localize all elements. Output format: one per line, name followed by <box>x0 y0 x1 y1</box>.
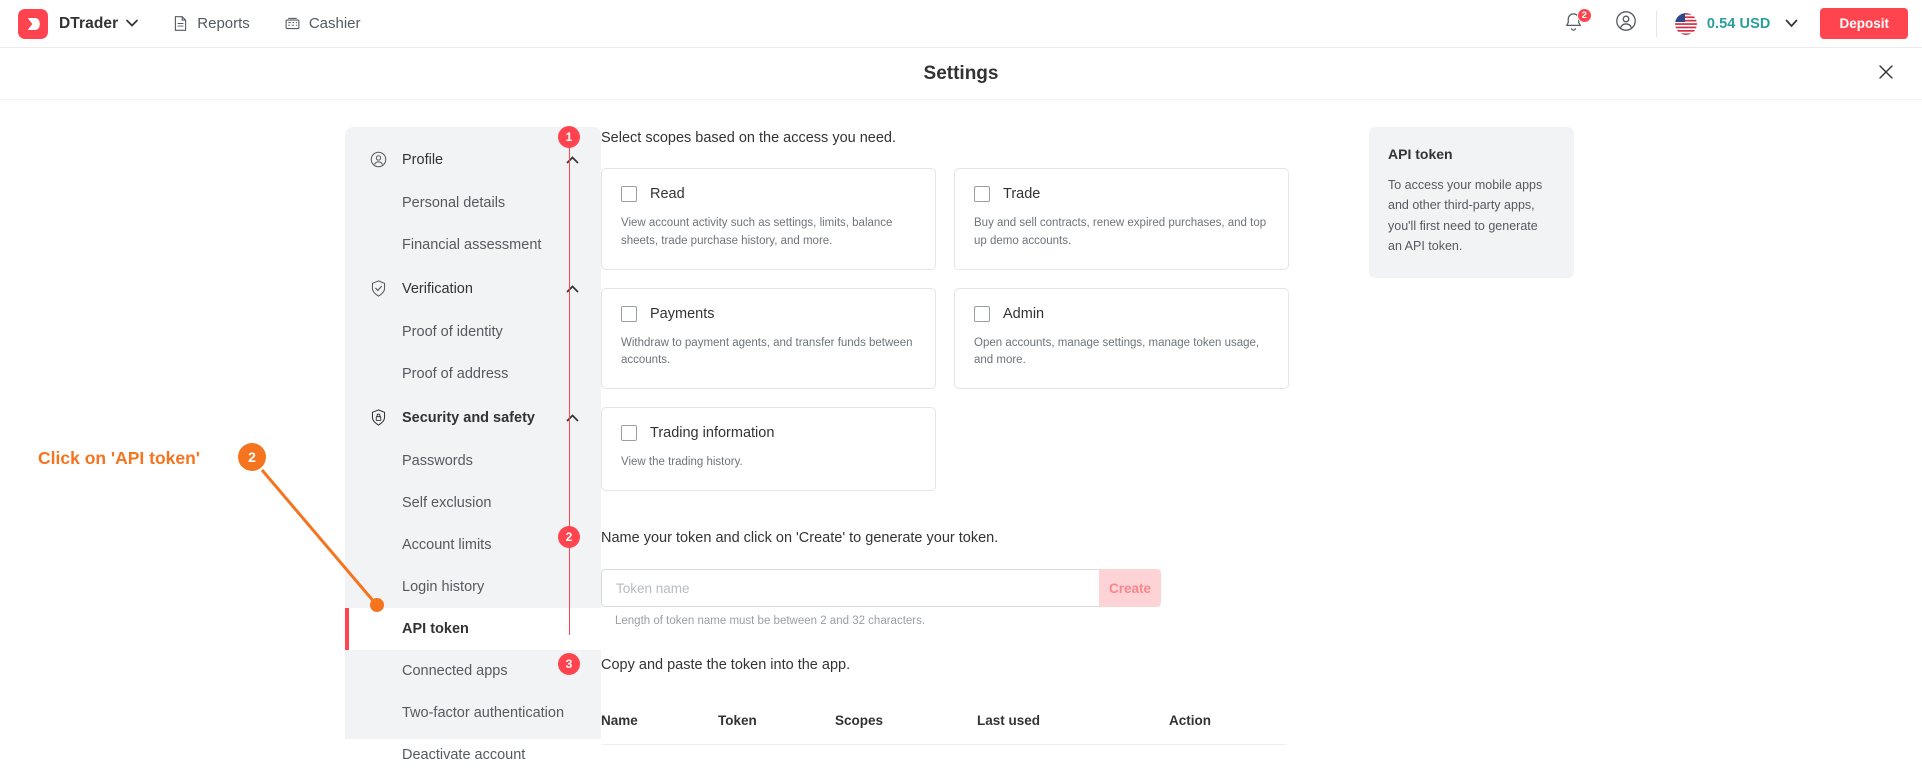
sidebar-item-self-exclusion[interactable]: Self exclusion <box>345 482 601 524</box>
column-header-name: Name <box>601 713 638 729</box>
api-token-info-panel: API token To access your mobile apps and… <box>1369 127 1574 278</box>
step-3-badge: 3 <box>558 653 580 676</box>
person-circle-icon <box>369 150 388 169</box>
cashier-icon <box>284 15 301 32</box>
column-header-scopes: Scopes <box>835 713 884 729</box>
sidebar-group-verification[interactable]: Verification <box>345 266 601 311</box>
scope-trade-title: Trade <box>1003 186 1041 202</box>
reports-icon <box>172 15 189 32</box>
scope-read-header: Read <box>621 186 916 202</box>
scope-read-desc: View account activity such as settings, … <box>621 217 893 247</box>
chevron-down-icon <box>126 18 139 30</box>
settings-sidebar: Profile Personal details Financial asses… <box>345 127 601 763</box>
api-token-panel: 1 Select scopes based on the access you … <box>558 126 1361 746</box>
tokens-table: Name Token Scopes Last used Action <box>601 713 1287 746</box>
step-2-text: Name your token and click on 'Create' to… <box>601 530 999 547</box>
step-1-text: Select scopes based on the access you ne… <box>601 130 897 146</box>
deposit-button[interactable]: Deposit <box>1820 8 1908 39</box>
sidebar-item-api-token[interactable]: API token <box>345 608 601 650</box>
scope-trading-information-header: Trading information <box>621 425 916 442</box>
sidebar-item-deactivate-account[interactable]: Deactivate account <box>345 734 601 776</box>
create-token-button[interactable]: Create <box>1099 569 1161 608</box>
scope-read-title: Read <box>650 186 685 202</box>
brand-name: DTrader <box>59 14 119 32</box>
scope-admin-header: Admin <box>974 305 1269 322</box>
annotation-step-badge: 2 <box>238 443 266 471</box>
scope-card-payments[interactable]: Payments Withdraw to payment agents, and… <box>601 287 936 390</box>
sidebar-item-passwords[interactable]: Passwords <box>345 440 601 482</box>
checkbox-trade[interactable] <box>974 186 990 202</box>
step-1-badge: 1 <box>558 126 580 148</box>
shield-lock-icon <box>369 408 388 427</box>
checkbox-read[interactable] <box>621 186 637 202</box>
nav-item-cashier-label: Cashier <box>308 15 361 32</box>
sidebar-group-profile-label: Profile <box>402 151 444 168</box>
checkbox-trading-information[interactable] <box>621 425 637 442</box>
scope-trade-desc: Buy and sell contracts, renew expired pu… <box>974 217 1267 247</box>
nav-item-reports[interactable]: Reports <box>172 15 250 32</box>
scope-admin-desc: Open accounts, manage settings, manage t… <box>974 336 1260 367</box>
info-panel-title: API token <box>1388 146 1453 162</box>
checkbox-payments[interactable] <box>621 305 637 322</box>
info-panel-body: To access your mobile apps and other thi… <box>1388 178 1543 253</box>
sidebar-item-proof-of-address[interactable]: Proof of address <box>345 353 601 395</box>
us-flag-icon <box>1674 12 1697 35</box>
sidebar-item-two-factor-authentication[interactable]: Two-factor authentication <box>345 692 601 734</box>
column-header-action: Action <box>1169 713 1211 729</box>
sidebar-item-financial-assessment[interactable]: Financial assessment <box>345 224 601 266</box>
scope-trading-information-title: Trading information <box>650 425 775 442</box>
account-circle-icon[interactable] <box>1614 9 1638 38</box>
scope-card-trade[interactable]: Trade Buy and sell contracts, renew expi… <box>954 168 1289 270</box>
scopes-grid: Read View account activity such as setti… <box>601 168 1361 492</box>
tokens-table-header-row: Name Token Scopes Last used Action <box>601 713 1287 746</box>
chevron-down-icon[interactable] <box>1785 17 1798 31</box>
sidebar-item-proof-of-identity[interactable]: Proof of identity <box>345 311 601 353</box>
token-name-hint: Length of token name must be between 2 a… <box>615 615 926 628</box>
checkbox-admin[interactable] <box>974 305 990 322</box>
token-name-input[interactable] <box>601 569 1099 608</box>
scope-card-trading-information[interactable]: Trading information View the trading his… <box>601 407 936 492</box>
account-balance[interactable]: 0.54 USD <box>1707 16 1771 32</box>
top-navigation-bar: DTrader Reports Cashier 2 0.54 USD Depos… <box>0 0 1922 48</box>
page-title: Settings <box>923 62 999 84</box>
nav-item-cashier[interactable]: Cashier <box>284 15 361 32</box>
dtrader-logo-icon <box>18 8 48 39</box>
step-connector-line <box>568 145 570 635</box>
sidebar-group-verification-label: Verification <box>402 280 473 297</box>
sidebar-item-personal-details[interactable]: Personal details <box>345 182 601 224</box>
step-2-row: 2 Name your token and click on 'Create' … <box>558 526 1361 549</box>
notifications-button[interactable]: 2 <box>1562 7 1592 37</box>
column-header-token: Token <box>718 713 757 729</box>
token-create-row: Create <box>601 569 1161 608</box>
sidebar-group-security-label: Security and safety <box>402 409 535 426</box>
settings-modal-header: Settings <box>0 48 1922 100</box>
close-icon[interactable] <box>1878 64 1894 84</box>
annotation-label: Click on 'API token' <box>38 448 200 468</box>
step-3-text: Copy and paste the token into the app. <box>601 657 851 674</box>
sidebar-item-login-history[interactable]: Login history <box>345 566 601 608</box>
scope-trade-header: Trade <box>974 186 1269 202</box>
scope-payments-title: Payments <box>650 305 715 322</box>
scope-payments-header: Payments <box>621 305 916 322</box>
scope-trading-information-desc: View the trading history. <box>621 456 743 469</box>
scope-payments-desc: Withdraw to payment agents, and transfer… <box>621 336 913 367</box>
divider <box>1655 10 1657 37</box>
notification-count-badge: 2 <box>1576 7 1592 23</box>
sidebar-group-security-and-safety[interactable]: Security and safety <box>345 395 601 440</box>
scope-card-admin[interactable]: Admin Open accounts, manage settings, ma… <box>954 287 1289 390</box>
topbar-right-cluster: 2 0.54 USD Deposit <box>1562 7 1908 39</box>
step-1-row: 1 Select scopes based on the access you … <box>558 126 1361 149</box>
scope-admin-title: Admin <box>1003 305 1045 322</box>
brand-menu[interactable]: DTrader <box>18 8 139 39</box>
step-2-badge: 2 <box>558 526 580 549</box>
step-3-row: 3 Copy and paste the token into the app. <box>558 653 1361 676</box>
column-header-last-used: Last used <box>977 713 1041 729</box>
scope-card-read[interactable]: Read View account activity such as setti… <box>601 168 936 270</box>
nav-item-reports-label: Reports <box>197 15 250 32</box>
shield-check-icon <box>369 279 388 298</box>
